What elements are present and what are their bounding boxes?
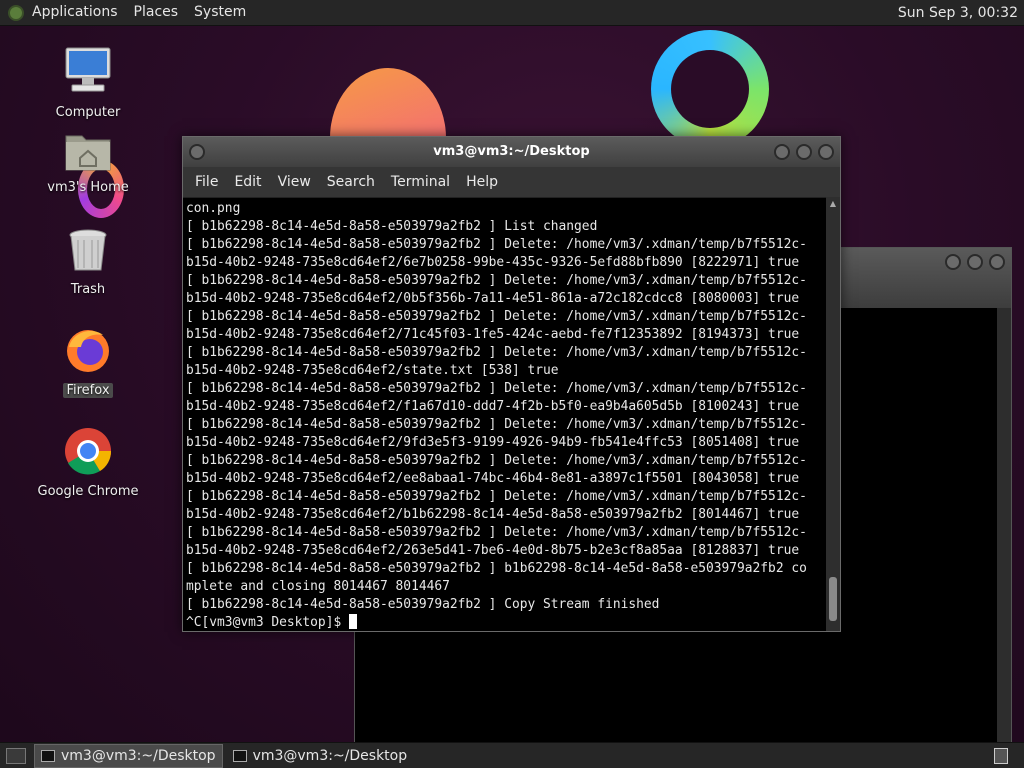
menu-view[interactable]: View: [270, 174, 319, 190]
desktop-icon-label: vm3's Home: [47, 180, 129, 195]
terminal-icon: [41, 749, 55, 762]
scrollbar-thumb[interactable]: [829, 577, 837, 621]
taskbar-item[interactable]: vm3@vm3:~/Desktop: [227, 745, 414, 767]
terminal-line: b15d-40b2-9248-735e8cd64ef2/f1a67d10-ddd…: [186, 399, 800, 414]
terminal-line: [ b1b62298-8c14-4e5d-8a58-e503979a2fb2 ]…: [186, 453, 807, 468]
terminal-line: con.png: [186, 201, 241, 216]
desktop-icon-chrome[interactable]: Google Chrome: [33, 426, 143, 499]
menu-places[interactable]: Places: [126, 0, 187, 25]
terminal-line: [ b1b62298-8c14-4e5d-8a58-e503979a2fb2 ]…: [186, 237, 807, 252]
terminal-line: [ b1b62298-8c14-4e5d-8a58-e503979a2fb2 ]…: [186, 417, 807, 432]
desktop-icon-label: Google Chrome: [37, 484, 139, 499]
window-menu-icon[interactable]: [189, 144, 205, 160]
desktop-icon-computer[interactable]: Computer: [33, 45, 143, 120]
terminal-line: mplete and closing 8014467 8014467: [186, 579, 450, 594]
terminal-line: b15d-40b2-9248-735e8cd64ef2/71c45f03-1fe…: [186, 327, 800, 342]
top-panel: Applications Places System Sun Sep 3, 00…: [0, 0, 1024, 26]
home-folder-icon: [33, 128, 143, 176]
computer-icon: [33, 45, 143, 101]
taskbar-item[interactable]: vm3@vm3:~/Desktop: [34, 743, 223, 768]
maximize-icon[interactable]: [967, 254, 983, 270]
menu-file[interactable]: File: [187, 174, 226, 190]
terminal-line: [ b1b62298-8c14-4e5d-8a58-e503979a2fb2 ]…: [186, 381, 807, 396]
wallpaper-ring-shape: [651, 30, 769, 148]
terminal-menubar: File Edit View Search Terminal Help: [183, 167, 840, 198]
terminal-prompt: ^C[vm3@vm3 Desktop]$: [186, 615, 349, 630]
terminal-line: [ b1b62298-8c14-4e5d-8a58-e503979a2fb2 ]…: [186, 345, 807, 360]
text-cursor: [348, 614, 357, 629]
desktop-icon-label: Firefox: [63, 383, 113, 398]
workspace-switcher-icon[interactable]: [994, 747, 1008, 764]
terminal-prompt-line[interactable]: ^C[vm3@vm3 Desktop]$: [186, 614, 823, 631]
desktop-icon-label: Computer: [55, 105, 121, 120]
terminal-titlebar[interactable]: vm3@vm3:~/Desktop: [183, 137, 840, 167]
terminal-line: b15d-40b2-9248-735e8cd64ef2/0b5f356b-7a1…: [186, 291, 800, 306]
bottom-panel: vm3@vm3:~/Desktop vm3@vm3:~/Desktop: [0, 742, 1024, 768]
scroll-up-arrow-icon[interactable]: ▲: [826, 199, 840, 208]
terminal-line: b15d-40b2-9248-735e8cd64ef2/6e7b0258-99b…: [186, 255, 800, 270]
menu-search[interactable]: Search: [319, 174, 383, 190]
taskbar-item-label: vm3@vm3:~/Desktop: [61, 747, 216, 764]
desktop-icon-label: Trash: [70, 282, 106, 297]
applications-logo-icon[interactable]: [8, 4, 24, 21]
terminal-output[interactable]: con.png [ b1b62298-8c14-4e5d-8a58-e503979…: [183, 197, 826, 631]
desktop-icon-home[interactable]: vm3's Home: [33, 128, 143, 195]
terminal-line: b15d-40b2-9248-735e8cd64ef2/state.txt [5…: [186, 363, 559, 378]
menu-system[interactable]: System: [186, 0, 254, 25]
menu-applications[interactable]: Applications: [24, 0, 126, 25]
menu-help[interactable]: Help: [458, 174, 506, 190]
terminal-line: [ b1b62298-8c14-4e5d-8a58-e503979a2fb2 ]…: [186, 309, 807, 324]
show-desktop-icon[interactable]: [6, 747, 26, 764]
menu-terminal[interactable]: Terminal: [383, 174, 458, 190]
terminal-line: [ b1b62298-8c14-4e5d-8a58-e503979a2fb2 ]…: [186, 273, 807, 288]
terminal-line: [ b1b62298-8c14-4e5d-8a58-e503979a2fb2 ]…: [186, 597, 660, 612]
panel-clock[interactable]: Sun Sep 3, 00:32: [898, 5, 1024, 21]
terminal-line: b15d-40b2-9248-735e8cd64ef2/b1b62298-8c1…: [186, 507, 800, 522]
desktop-icon-firefox[interactable]: Firefox: [33, 325, 143, 398]
taskbar-item-label: vm3@vm3:~/Desktop: [252, 747, 408, 764]
terminal-scrollbar[interactable]: ▲: [826, 197, 840, 631]
desktop-icon-trash[interactable]: Trash: [33, 228, 143, 297]
terminal-title: vm3@vm3:~/Desktop: [433, 144, 590, 159]
minimize-icon[interactable]: [945, 254, 961, 270]
terminal-line: [ b1b62298-8c14-4e5d-8a58-e503979a2fb2 ]…: [186, 525, 807, 540]
terminal-line: b15d-40b2-9248-735e8cd64ef2/ee8abaa1-74b…: [186, 471, 800, 486]
terminal-window[interactable]: vm3@vm3:~/Desktop File Edit View Search …: [182, 136, 841, 632]
chrome-icon: [33, 426, 143, 480]
trash-icon: [33, 228, 143, 278]
terminal-line: b15d-40b2-9248-735e8cd64ef2/9fd3e5f3-919…: [186, 435, 800, 450]
terminal-line: b15d-40b2-9248-735e8cd64ef2/263e5d41-7be…: [186, 543, 800, 558]
terminal-line: [ b1b62298-8c14-4e5d-8a58-e503979a2fb2 ]…: [186, 219, 598, 234]
minimize-icon[interactable]: [774, 144, 790, 160]
close-icon[interactable]: [818, 144, 834, 160]
close-icon[interactable]: [989, 254, 1005, 270]
maximize-icon[interactable]: [796, 144, 812, 160]
background-window-scrollbar[interactable]: [997, 308, 1011, 742]
firefox-icon: [33, 325, 143, 379]
terminal-line: [ b1b62298-8c14-4e5d-8a58-e503979a2fb2 ]…: [186, 561, 807, 576]
terminal-line: [ b1b62298-8c14-4e5d-8a58-e503979a2fb2 ]…: [186, 489, 807, 504]
terminal-icon: [232, 749, 247, 762]
menu-edit[interactable]: Edit: [226, 174, 269, 190]
